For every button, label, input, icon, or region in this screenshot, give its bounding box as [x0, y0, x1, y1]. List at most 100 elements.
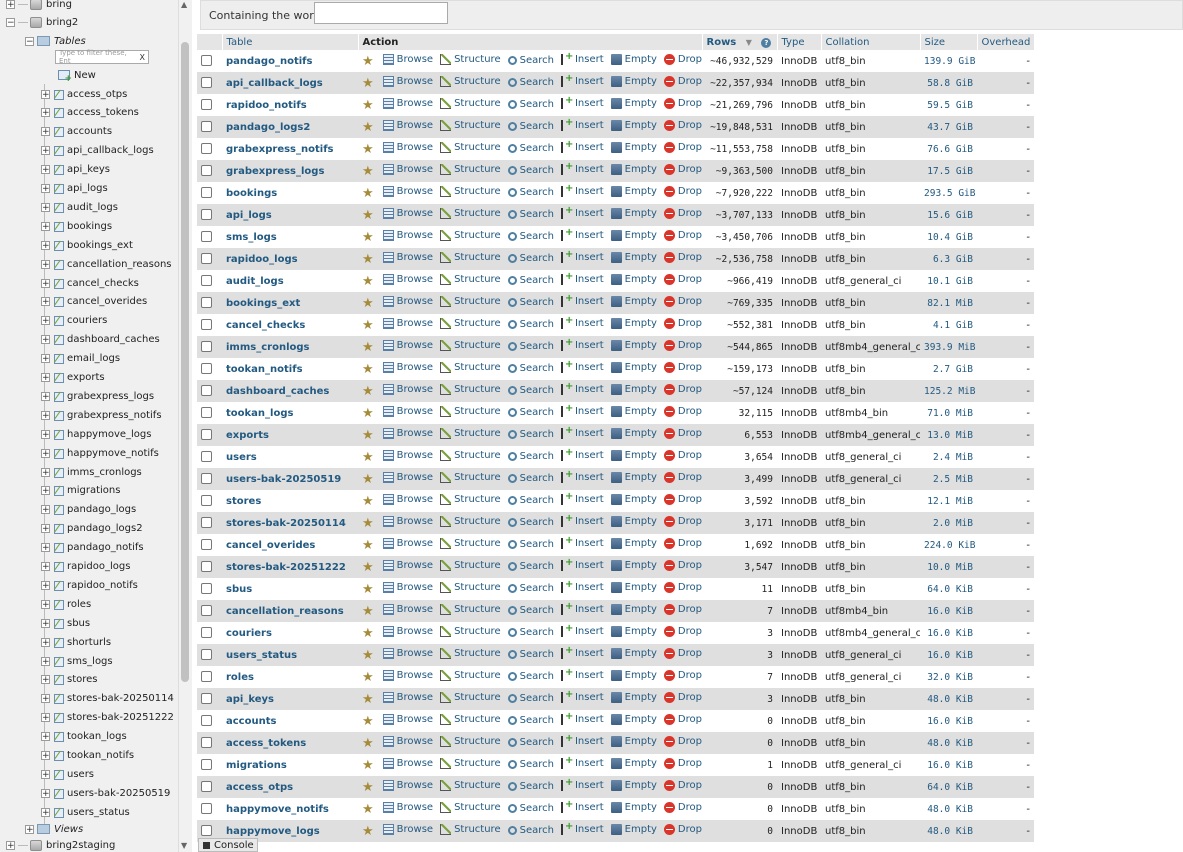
- console-tab[interactable]: Console: [198, 838, 258, 852]
- structure-action[interactable]: Structure: [440, 406, 501, 417]
- table-name-link[interactable]: migrations: [226, 760, 287, 771]
- expand-icon[interactable]: +: [41, 675, 50, 685]
- empty-action[interactable]: Empty: [610, 142, 657, 153]
- row-checkbox[interactable]: [201, 561, 212, 573]
- search-action[interactable]: Search: [507, 209, 554, 220]
- header-table[interactable]: Table: [222, 34, 359, 50]
- browse-action[interactable]: Browse: [382, 274, 433, 285]
- favorite-star-icon[interactable]: ★: [362, 340, 374, 355]
- insert-action[interactable]: Insert: [560, 711, 604, 725]
- drop-action[interactable]: Drop: [663, 296, 702, 307]
- expand-icon[interactable]: +: [41, 278, 50, 288]
- empty-action[interactable]: Empty: [610, 714, 657, 725]
- sidebar-table-item[interactable]: + cancel_overides: [41, 293, 147, 311]
- expand-icon[interactable]: +: [41, 184, 50, 194]
- structure-action[interactable]: Structure: [440, 274, 501, 285]
- table-size[interactable]: 139.9 GiB: [920, 50, 977, 72]
- expand-icon[interactable]: +: [41, 788, 50, 798]
- empty-action[interactable]: Empty: [610, 230, 657, 241]
- empty-action[interactable]: Empty: [610, 164, 657, 175]
- header-rows[interactable]: Rows ▼ ?: [702, 34, 778, 50]
- structure-action[interactable]: Structure: [440, 692, 501, 703]
- tables-folder-node[interactable]: − Tables: [25, 32, 86, 50]
- browse-action[interactable]: Browse: [382, 802, 433, 813]
- table-size[interactable]: 48.0 KiB: [920, 798, 977, 820]
- favorite-star-icon[interactable]: ★: [362, 186, 374, 201]
- drop-action[interactable]: Drop: [663, 824, 702, 835]
- table-size[interactable]: 2.7 GiB: [920, 358, 977, 380]
- search-action[interactable]: Search: [507, 539, 554, 550]
- sidebar-table-item[interactable]: + pandago_logs: [41, 501, 136, 519]
- empty-action[interactable]: Empty: [610, 472, 657, 483]
- structure-action[interactable]: Structure: [440, 648, 501, 659]
- sidebar-table-item[interactable]: + migrations: [41, 482, 120, 500]
- scrollbar-thumb[interactable]: [181, 42, 189, 682]
- sidebar-table-item[interactable]: + tookan_logs: [41, 728, 127, 746]
- search-action[interactable]: Search: [507, 429, 554, 440]
- search-action[interactable]: Search: [507, 121, 554, 132]
- table-name-link[interactable]: happymove_notifs: [226, 804, 329, 815]
- insert-action[interactable]: Insert: [560, 821, 604, 835]
- favorite-star-icon[interactable]: ★: [362, 670, 374, 685]
- sidebar-table-item[interactable]: + access_tokens: [41, 104, 139, 122]
- favorite-star-icon[interactable]: ★: [362, 142, 374, 157]
- table-size[interactable]: 10.1 GiB: [920, 270, 977, 292]
- drop-action[interactable]: Drop: [663, 626, 702, 637]
- empty-action[interactable]: Empty: [610, 428, 657, 439]
- table-size[interactable]: 16.0 KiB: [920, 622, 977, 644]
- search-action[interactable]: Search: [507, 605, 554, 616]
- row-checkbox[interactable]: [201, 539, 212, 551]
- browse-action[interactable]: Browse: [382, 494, 433, 505]
- drop-action[interactable]: Drop: [663, 98, 702, 109]
- row-checkbox[interactable]: [201, 715, 212, 727]
- table-size[interactable]: 32.0 KiB: [920, 666, 977, 688]
- favorite-star-icon[interactable]: ★: [362, 494, 374, 509]
- structure-action[interactable]: Structure: [440, 780, 501, 791]
- drop-action[interactable]: Drop: [663, 252, 702, 263]
- expand-icon[interactable]: +: [41, 354, 50, 364]
- browse-action[interactable]: Browse: [382, 340, 433, 351]
- search-action[interactable]: Search: [507, 143, 554, 154]
- table-name-link[interactable]: cancellation_reasons: [226, 606, 344, 617]
- table-name-link[interactable]: sms_logs: [226, 232, 277, 243]
- empty-action[interactable]: Empty: [610, 54, 657, 65]
- insert-action[interactable]: Insert: [560, 645, 604, 659]
- row-checkbox[interactable]: [201, 495, 212, 507]
- search-action[interactable]: Search: [507, 363, 554, 374]
- browse-action[interactable]: Browse: [382, 626, 433, 637]
- favorite-star-icon[interactable]: ★: [362, 692, 374, 707]
- expand-icon[interactable]: +: [41, 656, 50, 666]
- search-action[interactable]: Search: [507, 517, 554, 528]
- table-name-link[interactable]: dashboard_caches: [226, 386, 329, 397]
- row-checkbox[interactable]: [201, 407, 212, 419]
- expand-icon[interactable]: +: [41, 108, 50, 118]
- table-size[interactable]: 2.4 MiB: [920, 446, 977, 468]
- table-size[interactable]: 48.0 KiB: [920, 732, 977, 754]
- sidebar-table-item[interactable]: + pandago_logs2: [41, 520, 143, 538]
- browse-action[interactable]: Browse: [382, 714, 433, 725]
- insert-action[interactable]: Insert: [560, 799, 604, 813]
- empty-action[interactable]: Empty: [610, 626, 657, 637]
- sidebar-table-item[interactable]: + sms_logs: [41, 652, 113, 670]
- browse-action[interactable]: Browse: [382, 76, 433, 87]
- structure-action[interactable]: Structure: [440, 802, 501, 813]
- row-checkbox[interactable]: [201, 737, 212, 749]
- expand-icon[interactable]: +: [41, 221, 50, 231]
- browse-action[interactable]: Browse: [382, 604, 433, 615]
- sidebar-table-item[interactable]: + happymove_notifs: [41, 444, 159, 462]
- table-size[interactable]: 43.7 GiB: [920, 116, 977, 138]
- sidebar-table-item[interactable]: + stores-bak-20251222: [41, 709, 174, 727]
- row-checkbox[interactable]: [201, 429, 212, 441]
- drop-action[interactable]: Drop: [663, 54, 702, 65]
- drop-action[interactable]: Drop: [663, 780, 702, 791]
- new-table-node[interactable]: New: [58, 66, 96, 84]
- drop-action[interactable]: Drop: [663, 692, 702, 703]
- row-checkbox[interactable]: [201, 253, 212, 265]
- search-action[interactable]: Search: [507, 341, 554, 352]
- favorite-star-icon[interactable]: ★: [362, 780, 374, 795]
- insert-action[interactable]: Insert: [560, 183, 604, 197]
- empty-action[interactable]: Empty: [610, 252, 657, 263]
- row-checkbox[interactable]: [201, 143, 212, 155]
- row-checkbox[interactable]: [201, 55, 212, 67]
- empty-action[interactable]: Empty: [610, 76, 657, 87]
